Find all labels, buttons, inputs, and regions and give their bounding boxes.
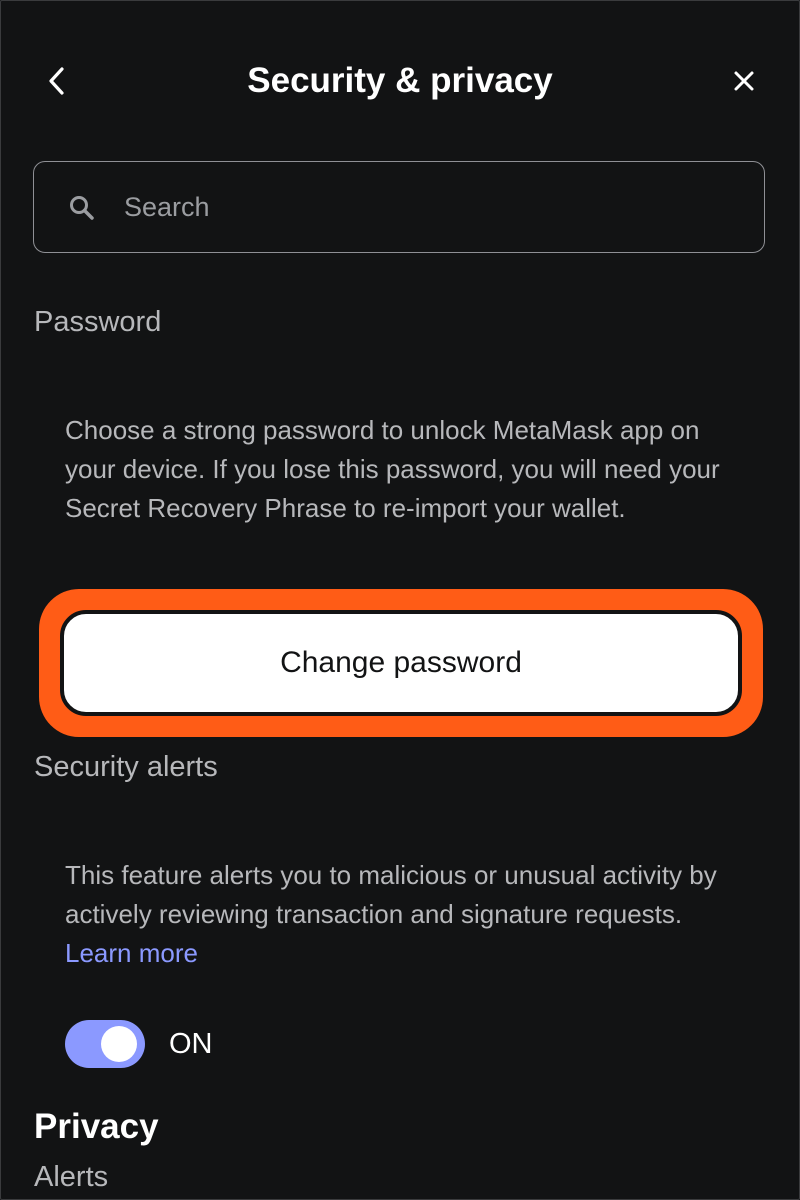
- password-section-label: Password: [34, 306, 162, 338]
- close-button[interactable]: [724, 61, 764, 101]
- close-icon: [734, 71, 754, 91]
- security-alerts-description: This feature alerts you to malicious or …: [65, 856, 745, 973]
- page-title: Security & privacy: [247, 61, 553, 100]
- privacy-heading: Privacy: [34, 1107, 159, 1146]
- change-password-button[interactable]: Change password: [60, 610, 742, 716]
- security-alerts-toggle[interactable]: [65, 1020, 145, 1068]
- alerts-section-label: Alerts: [34, 1161, 109, 1193]
- search-box: [33, 161, 765, 253]
- password-description: Choose a strong password to unlock MetaM…: [65, 415, 720, 523]
- search-icon: [70, 196, 94, 220]
- learn-more-link[interactable]: Learn more: [65, 938, 198, 968]
- settings-screen: Security & privacy Password Choose a str…: [0, 0, 800, 1200]
- security-alerts-text: This feature alerts you to malicious or …: [65, 860, 717, 929]
- search-input[interactable]: [122, 162, 746, 253]
- header: Security & privacy: [1, 41, 799, 121]
- toggle-knob: [101, 1026, 137, 1062]
- security-alerts-section-label: Security alerts: [34, 751, 218, 783]
- toggle-state-label: ON: [169, 1028, 213, 1060]
